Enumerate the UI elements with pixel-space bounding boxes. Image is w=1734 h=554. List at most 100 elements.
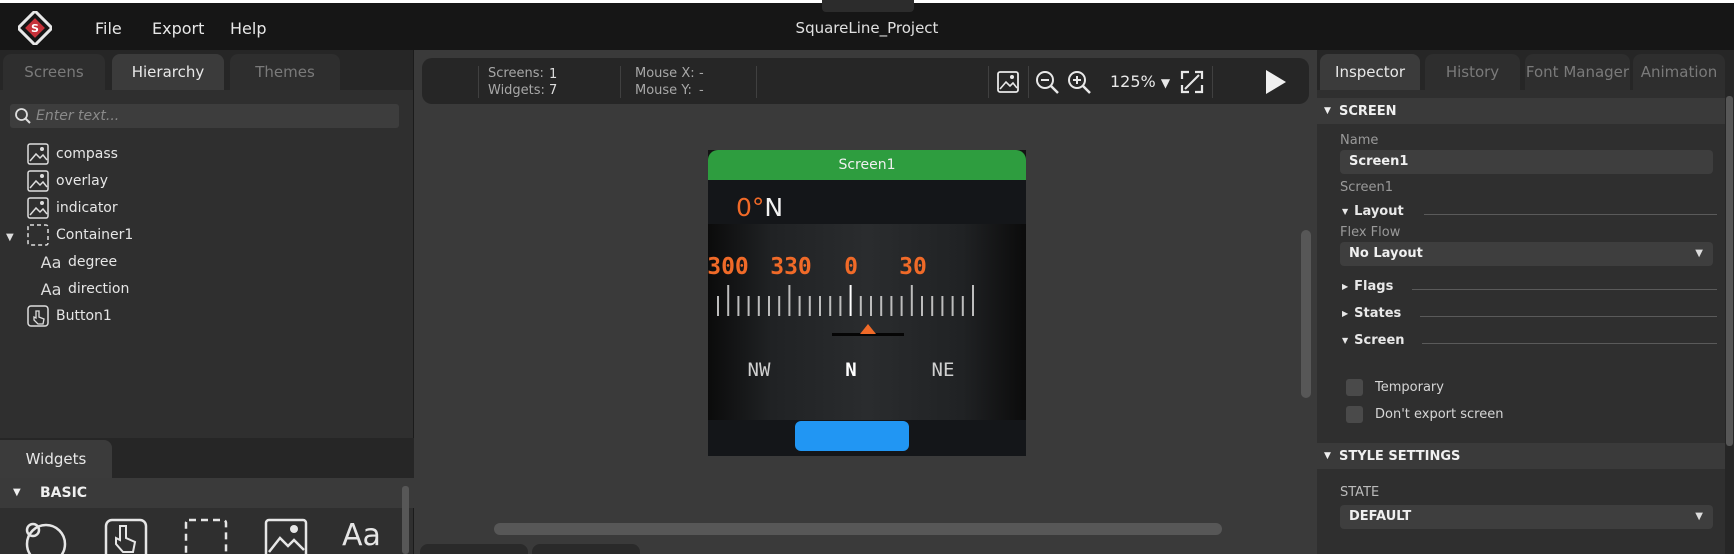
tab-inspector[interactable]: Inspector — [1320, 54, 1420, 90]
fit-screen-button[interactable] — [1178, 68, 1206, 96]
label-widget-icon[interactable]: Aa — [342, 518, 386, 554]
compass-preview: 0°N 300 330 0 30 NW N NE — [707, 180, 1026, 456]
tab-hierarchy[interactable]: Hierarchy — [112, 54, 224, 90]
checkbox-box[interactable] — [1346, 405, 1363, 423]
expand-triangle-icon: ▶ — [1342, 309, 1349, 318]
menu-file[interactable]: File — [95, 19, 122, 38]
preview-button — [795, 421, 909, 451]
bottom-tabs — [420, 544, 640, 554]
hierarchy-item-label: direction — [68, 281, 130, 297]
toolbar-divider — [1212, 66, 1213, 98]
zoom-select[interactable]: 125% ▼ — [1110, 72, 1170, 91]
collapse-triangle-icon: ▼ — [13, 487, 21, 498]
dont-export-label: Don't export screen — [1375, 406, 1504, 422]
temporary-checkbox[interactable]: Temporary — [1346, 378, 1444, 396]
screen-subsection[interactable]: ▼ Screen — [1342, 333, 1717, 353]
hierarchy-item-label: Button1 — [56, 308, 112, 324]
menu-export[interactable]: Export — [152, 19, 204, 38]
checkbox-box[interactable] — [1346, 378, 1363, 396]
canvas-vertical-scrollbar[interactable] — [1301, 230, 1311, 398]
widgets-panel-header: Widgets — [0, 438, 414, 478]
hierarchy-item-degree[interactable]: Aa degree — [40, 250, 117, 274]
menu-help[interactable]: Help — [230, 19, 266, 38]
tab-animation[interactable]: Animation — [1633, 54, 1725, 90]
zoom-in-button[interactable] — [1065, 68, 1093, 96]
direction-label: N — [845, 359, 856, 381]
name-field[interactable]: Screen1 — [1340, 150, 1713, 174]
tab-widgets[interactable]: Widgets — [0, 440, 112, 478]
screen-section-header[interactable]: ▼ SCREEN — [1317, 98, 1725, 124]
divider — [1420, 316, 1717, 317]
dont-export-checkbox[interactable]: Don't export screen — [1346, 405, 1503, 423]
screen-preview[interactable]: 0°N 300 330 0 30 NW N NE — [707, 150, 1026, 456]
tab-screens[interactable]: Screens — [3, 54, 105, 90]
search-input[interactable] — [36, 106, 391, 126]
bottom-tab[interactable] — [532, 544, 640, 554]
inspector-panel: Inspector History Font Manager Animation… — [1317, 50, 1734, 554]
toolbar-divider — [1028, 66, 1029, 98]
container-icon — [26, 223, 50, 247]
toolbar-divider — [620, 66, 621, 98]
scale-number: 330 — [770, 254, 812, 280]
states-subsection[interactable]: ▶ States — [1342, 306, 1717, 326]
hierarchy-search[interactable] — [10, 104, 399, 128]
fullscreen-icon — [1180, 70, 1204, 94]
zoom-out-icon — [1036, 71, 1059, 94]
state-select[interactable]: DEFAULT ▼ — [1340, 505, 1713, 529]
container-widget-icon[interactable] — [184, 518, 228, 554]
hierarchy-item-label: indicator — [56, 200, 118, 216]
zoom-out-button[interactable] — [1033, 68, 1061, 96]
hierarchy-item-indicator[interactable]: indicator — [26, 196, 118, 220]
basic-section-label: BASIC — [40, 485, 88, 501]
bottom-tab[interactable] — [420, 544, 528, 554]
hierarchy-item-compass[interactable]: compass — [26, 142, 118, 166]
scrollbar-thumb[interactable] — [1726, 96, 1733, 446]
arc-widget-icon[interactable] — [24, 518, 68, 554]
image-widget-icon[interactable] — [264, 518, 308, 554]
flex-flow-label: Flex Flow — [1340, 225, 1401, 240]
play-button[interactable] — [1258, 68, 1292, 96]
screen-section-label: SCREEN — [1339, 104, 1397, 119]
layout-subsection[interactable]: ▼ Layout — [1342, 204, 1717, 224]
states-label: States — [1354, 306, 1402, 321]
direction-label: NW — [748, 359, 771, 381]
flags-subsection[interactable]: ▶ Flags — [1342, 279, 1717, 299]
svg-text:S: S — [31, 22, 39, 35]
hierarchy-item-overlay[interactable]: overlay — [26, 169, 108, 193]
image-icon — [26, 169, 50, 193]
expand-triangle-icon[interactable]: ▼ — [6, 232, 14, 243]
mouse-y-label: Mouse Y: — [635, 83, 692, 98]
style-settings-header[interactable]: ▼ STYLE SETTINGS — [1317, 443, 1725, 469]
tab-history[interactable]: History — [1425, 54, 1520, 90]
inspector-scrollbar[interactable] — [1725, 90, 1734, 554]
hierarchy-item-direction[interactable]: Aa direction — [40, 277, 130, 301]
button-widget-icon[interactable] — [104, 518, 148, 554]
tab-themes[interactable]: Themes — [230, 54, 340, 90]
widgets-scrollbar[interactable] — [402, 486, 409, 554]
canvas-horizontal-scrollbar[interactable] — [494, 523, 1222, 535]
image-icon — [997, 71, 1019, 93]
background-image-button[interactable] — [994, 68, 1022, 96]
screen-sub-label: Screen — [1354, 333, 1405, 348]
name-value: Screen1 — [1349, 154, 1409, 169]
screen-tab-screen1[interactable]: Screen1 — [708, 150, 1026, 180]
inspector-tab-row: Inspector History Font Manager Animation — [1317, 50, 1734, 90]
screens-count-label: Screens: — [488, 66, 544, 81]
squareline-logo-icon: S — [18, 11, 52, 45]
title-bar: S File Export Help SquareLine_Project — [0, 0, 1734, 50]
flex-flow-select[interactable]: No Layout ▼ — [1340, 242, 1713, 266]
hierarchy-item-container1[interactable]: Container1 — [26, 223, 133, 247]
mouse-x-value: - — [699, 66, 704, 81]
flex-flow-value: No Layout — [1349, 246, 1423, 261]
screens-count-value: 1 — [549, 67, 558, 82]
collapse-triangle-icon: ▼ — [1324, 106, 1331, 116]
chevron-down-icon: ▼ — [1695, 248, 1703, 259]
left-panel: Screens Hierarchy Themes compass overlay… — [0, 50, 414, 554]
toolbar-divider — [988, 66, 989, 98]
tab-font-manager[interactable]: Font Manager — [1525, 54, 1630, 90]
hierarchy-item-button1[interactable]: Button1 — [26, 304, 112, 328]
divider — [1422, 343, 1717, 344]
mouse-y-value: - — [699, 83, 704, 98]
window-notch — [822, 0, 914, 12]
basic-section-header[interactable]: ▼ BASIC — [0, 478, 414, 508]
